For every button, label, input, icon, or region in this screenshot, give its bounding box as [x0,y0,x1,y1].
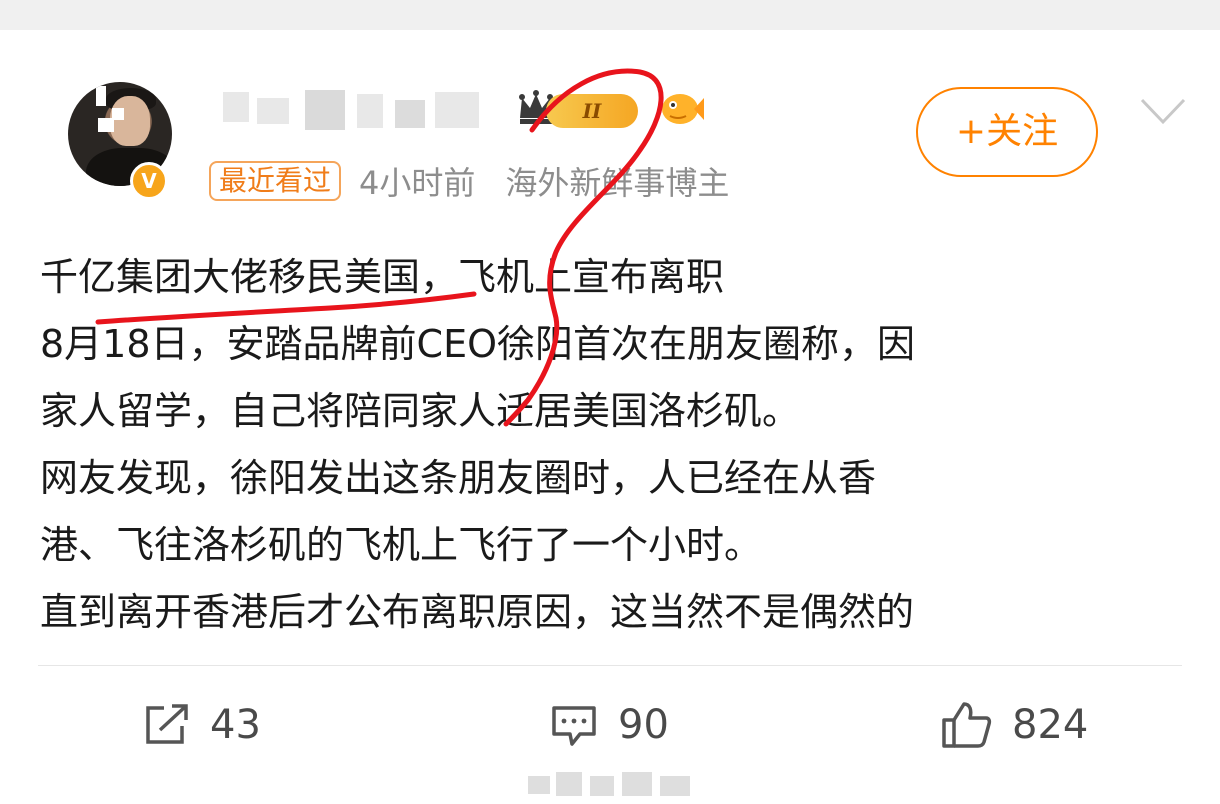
verified-badge: V [130,162,168,200]
post-line: 网友发现，徐阳发出这条朋友圈时，人已经在从香 [40,456,877,500]
chevron-down-icon[interactable] [1138,94,1188,128]
user-description: 海外新鲜事博主 [505,164,730,202]
like-button[interactable]: 824 [940,690,1088,760]
username-redacted[interactable] [213,84,485,138]
fish-icon[interactable] [656,86,706,130]
watermark-redacted [528,770,698,800]
divider [38,665,1182,666]
comment-button[interactable]: 90 [550,690,669,760]
recent-view-badge: 最近看过 [209,161,342,201]
post-body[interactable]: 千亿集团大佬移民美国，飞机上宣布离职 8月18日，安踏品牌前CEO徐阳首次在朋友… [40,244,1190,646]
follow-button[interactable]: +关注 [916,87,1098,177]
comment-count: 90 [618,702,669,748]
share-icon [146,704,188,744]
post-line: 港、飞往洛杉矶的飞机上飞行了一个小时。 [40,523,763,567]
post-time: 4小时前 [359,164,476,202]
comment-icon [552,706,596,746]
top-bar [0,0,1220,30]
post-line: 家人留学，自己将陪同家人迁居美国洛杉矶。 [40,389,801,433]
vip-badge[interactable]: II [516,86,640,132]
vip-level-label: II [546,94,638,128]
like-count: 824 [1012,702,1089,748]
post-meta: 最近看过 4小时前 海外新鲜事博主 [209,160,729,202]
post-line: 直到离开香港后才公布离职原因，这当然不是偶然的 [40,590,915,634]
action-bar: 43 90 824 [0,690,1220,760]
post-line: 千亿集团大佬移民美国，飞机上宣布离职 [40,255,725,299]
avatar[interactable]: V [68,82,176,200]
share-count: 43 [210,702,261,748]
like-icon [942,702,992,748]
post-line: 8月18日，安踏品牌前CEO徐阳首次在朋友圈称，因 [40,322,915,366]
share-button[interactable]: 43 [142,690,261,760]
